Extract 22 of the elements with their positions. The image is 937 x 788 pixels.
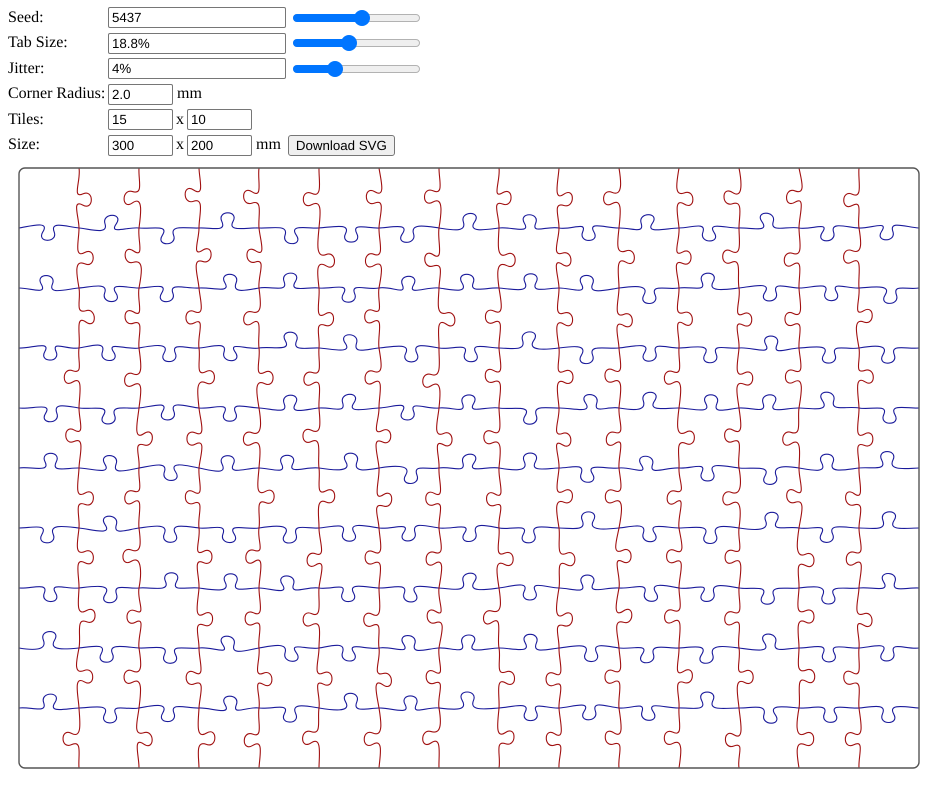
input-field[interactable]: 5437 xyxy=(108,7,286,28)
input-field[interactable]: 2.0 xyxy=(108,84,173,105)
download-button[interactable]: Download SVG xyxy=(288,134,395,156)
slider-thumb[interactable] xyxy=(341,35,357,52)
input-field[interactable]: 15 xyxy=(108,109,173,130)
field-label: Tiles: xyxy=(8,110,45,129)
field-label: Size: xyxy=(8,136,41,154)
slider-thumb[interactable] xyxy=(327,60,344,77)
input-field[interactable]: 10 xyxy=(187,109,252,130)
input-field[interactable]: 18.8% xyxy=(108,32,286,54)
separator-text: x xyxy=(176,136,184,154)
field-label: Seed: xyxy=(8,8,45,27)
input-field[interactable]: 4% xyxy=(108,58,286,80)
field-label: Tab Size: xyxy=(8,34,69,52)
field-label: Corner Radius: xyxy=(8,85,106,104)
slider-thumb[interactable] xyxy=(354,10,370,26)
input-field[interactable]: 300 xyxy=(108,134,173,156)
input-field[interactable]: 200 xyxy=(187,134,252,156)
unit-label: mm xyxy=(177,85,202,104)
field-label: Jitter: xyxy=(8,60,46,78)
unit-label: mm xyxy=(256,136,281,154)
separator-text: x xyxy=(176,110,184,129)
